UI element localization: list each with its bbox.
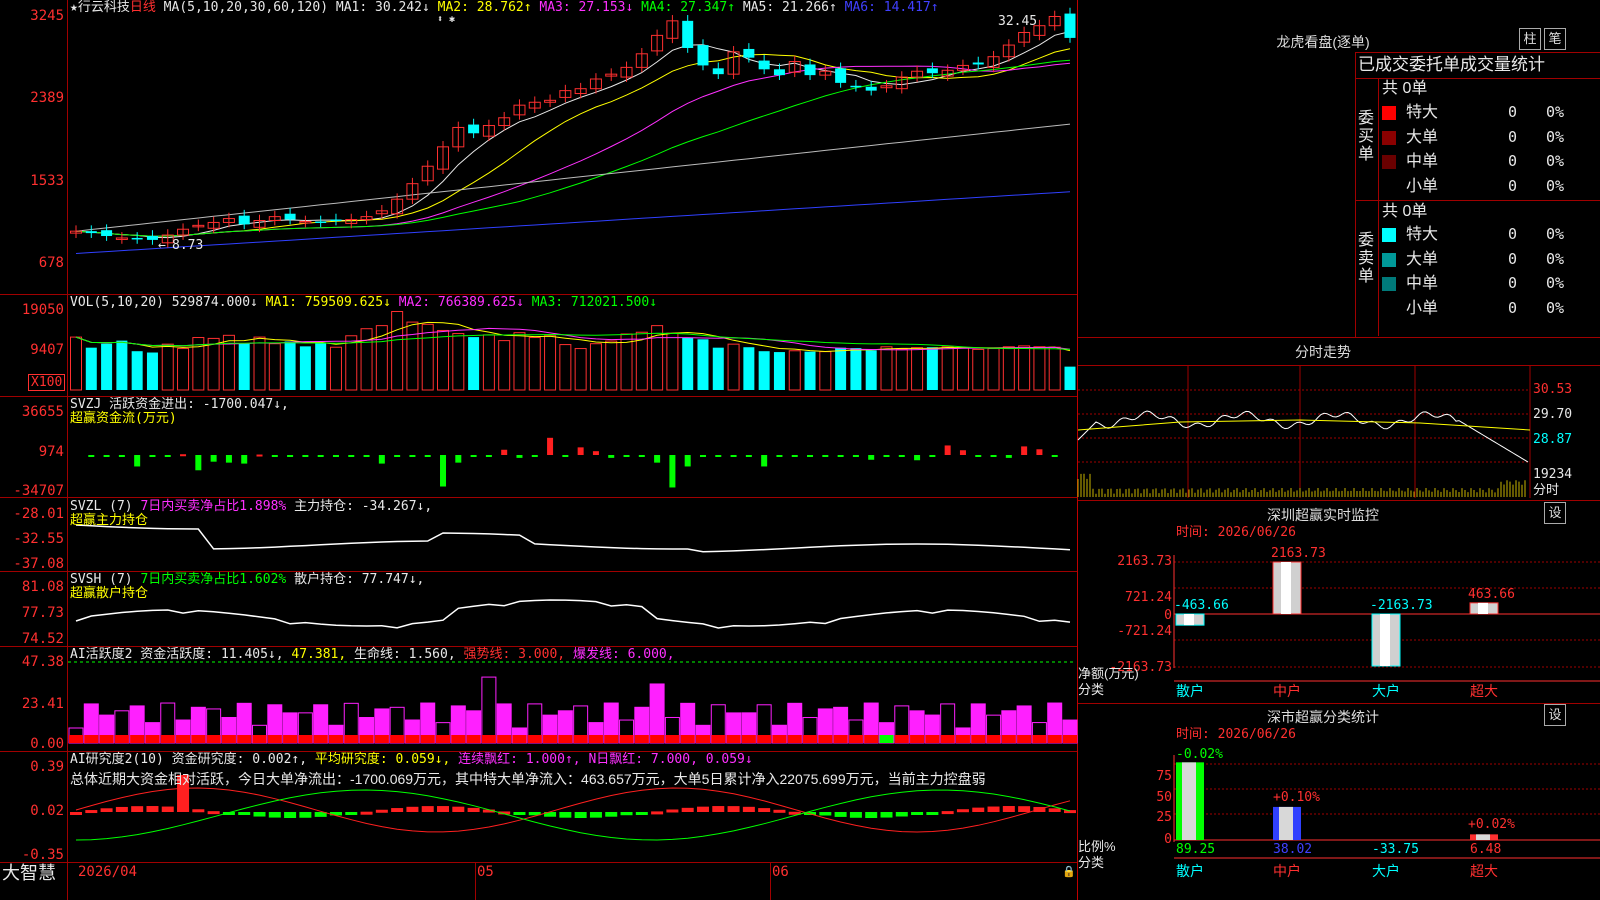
y-label: 2163.73: [1117, 554, 1172, 569]
sz-monitor-title: 深圳超赢实时监控: [1267, 507, 1379, 523]
intraday-label: 30.53: [1533, 382, 1573, 397]
category-label: 大户: [1372, 683, 1400, 699]
category-label: 散户: [1176, 863, 1204, 879]
ratio-bar-highlight: [1182, 762, 1196, 840]
y-label: 50: [1156, 790, 1172, 805]
ratio-value-label: 38.02: [1273, 842, 1313, 857]
y-label: -721.24: [1117, 624, 1172, 639]
ratio-value-label: 89.25: [1176, 842, 1216, 857]
flow-bar-highlight: [1478, 602, 1488, 614]
ratio-change-label: +0.02%: [1468, 817, 1515, 832]
ratio-bar-highlight: [1476, 834, 1490, 840]
ratio-change-label: -0.02%: [1176, 747, 1223, 762]
intraday-label: 分时: [1533, 482, 1560, 497]
category-label: 大户: [1372, 863, 1400, 879]
y-label: 25: [1156, 810, 1172, 825]
flow-bar-highlight: [1380, 614, 1390, 666]
flow-value-label: -463.66: [1174, 598, 1229, 613]
intraday-label: 19234: [1533, 467, 1573, 482]
intraday-price-line: [1077, 410, 1529, 463]
ratio-bar-highlight: [1279, 806, 1293, 840]
axis-caption: 分类: [1078, 855, 1105, 870]
sz-stats-settings-button[interactable]: 设: [1544, 704, 1566, 726]
category-label: 中户: [1273, 863, 1301, 879]
flow-value-label: 2163.73: [1271, 546, 1326, 561]
category-label: 超大: [1470, 683, 1498, 699]
intraday-label: 29.70: [1533, 407, 1573, 422]
y-label: 0: [1164, 832, 1172, 847]
category-label: 超大: [1470, 863, 1498, 879]
flow-bar-highlight: [1184, 614, 1194, 626]
intraday-label: 28.87: [1533, 432, 1573, 447]
intraday-svg[interactable]: [0, 0, 1600, 900]
y-label: 75: [1156, 769, 1172, 784]
axis-caption: 分类: [1078, 682, 1105, 697]
flow-value-label: 463.66: [1468, 586, 1515, 602]
flow-bar-highlight: [1281, 562, 1291, 614]
axis-caption: 比例%: [1078, 839, 1116, 854]
sz-monitor-time: 时间: 2026/06/26: [1176, 525, 1296, 540]
flow-value-label: -2163.73: [1370, 598, 1433, 613]
y-label: 0: [1164, 608, 1172, 623]
ratio-value-label: -33.75: [1372, 842, 1419, 857]
category-label: 散户: [1176, 683, 1204, 699]
axis-caption: 净额(万元): [1078, 666, 1139, 681]
ratio-value-label: 6.48: [1470, 842, 1502, 857]
ratio-change-label: +0.10%: [1273, 790, 1320, 805]
y-label: 721.24: [1125, 590, 1172, 605]
intraday-avg-line: [1077, 419, 1531, 431]
sz-stats-title: 深市超赢分类统计: [1267, 709, 1379, 725]
sz-monitor-settings-button[interactable]: 设: [1544, 502, 1566, 524]
sz-stats-time: 时间: 2026/06/26: [1176, 727, 1296, 742]
category-label: 中户: [1273, 683, 1301, 699]
